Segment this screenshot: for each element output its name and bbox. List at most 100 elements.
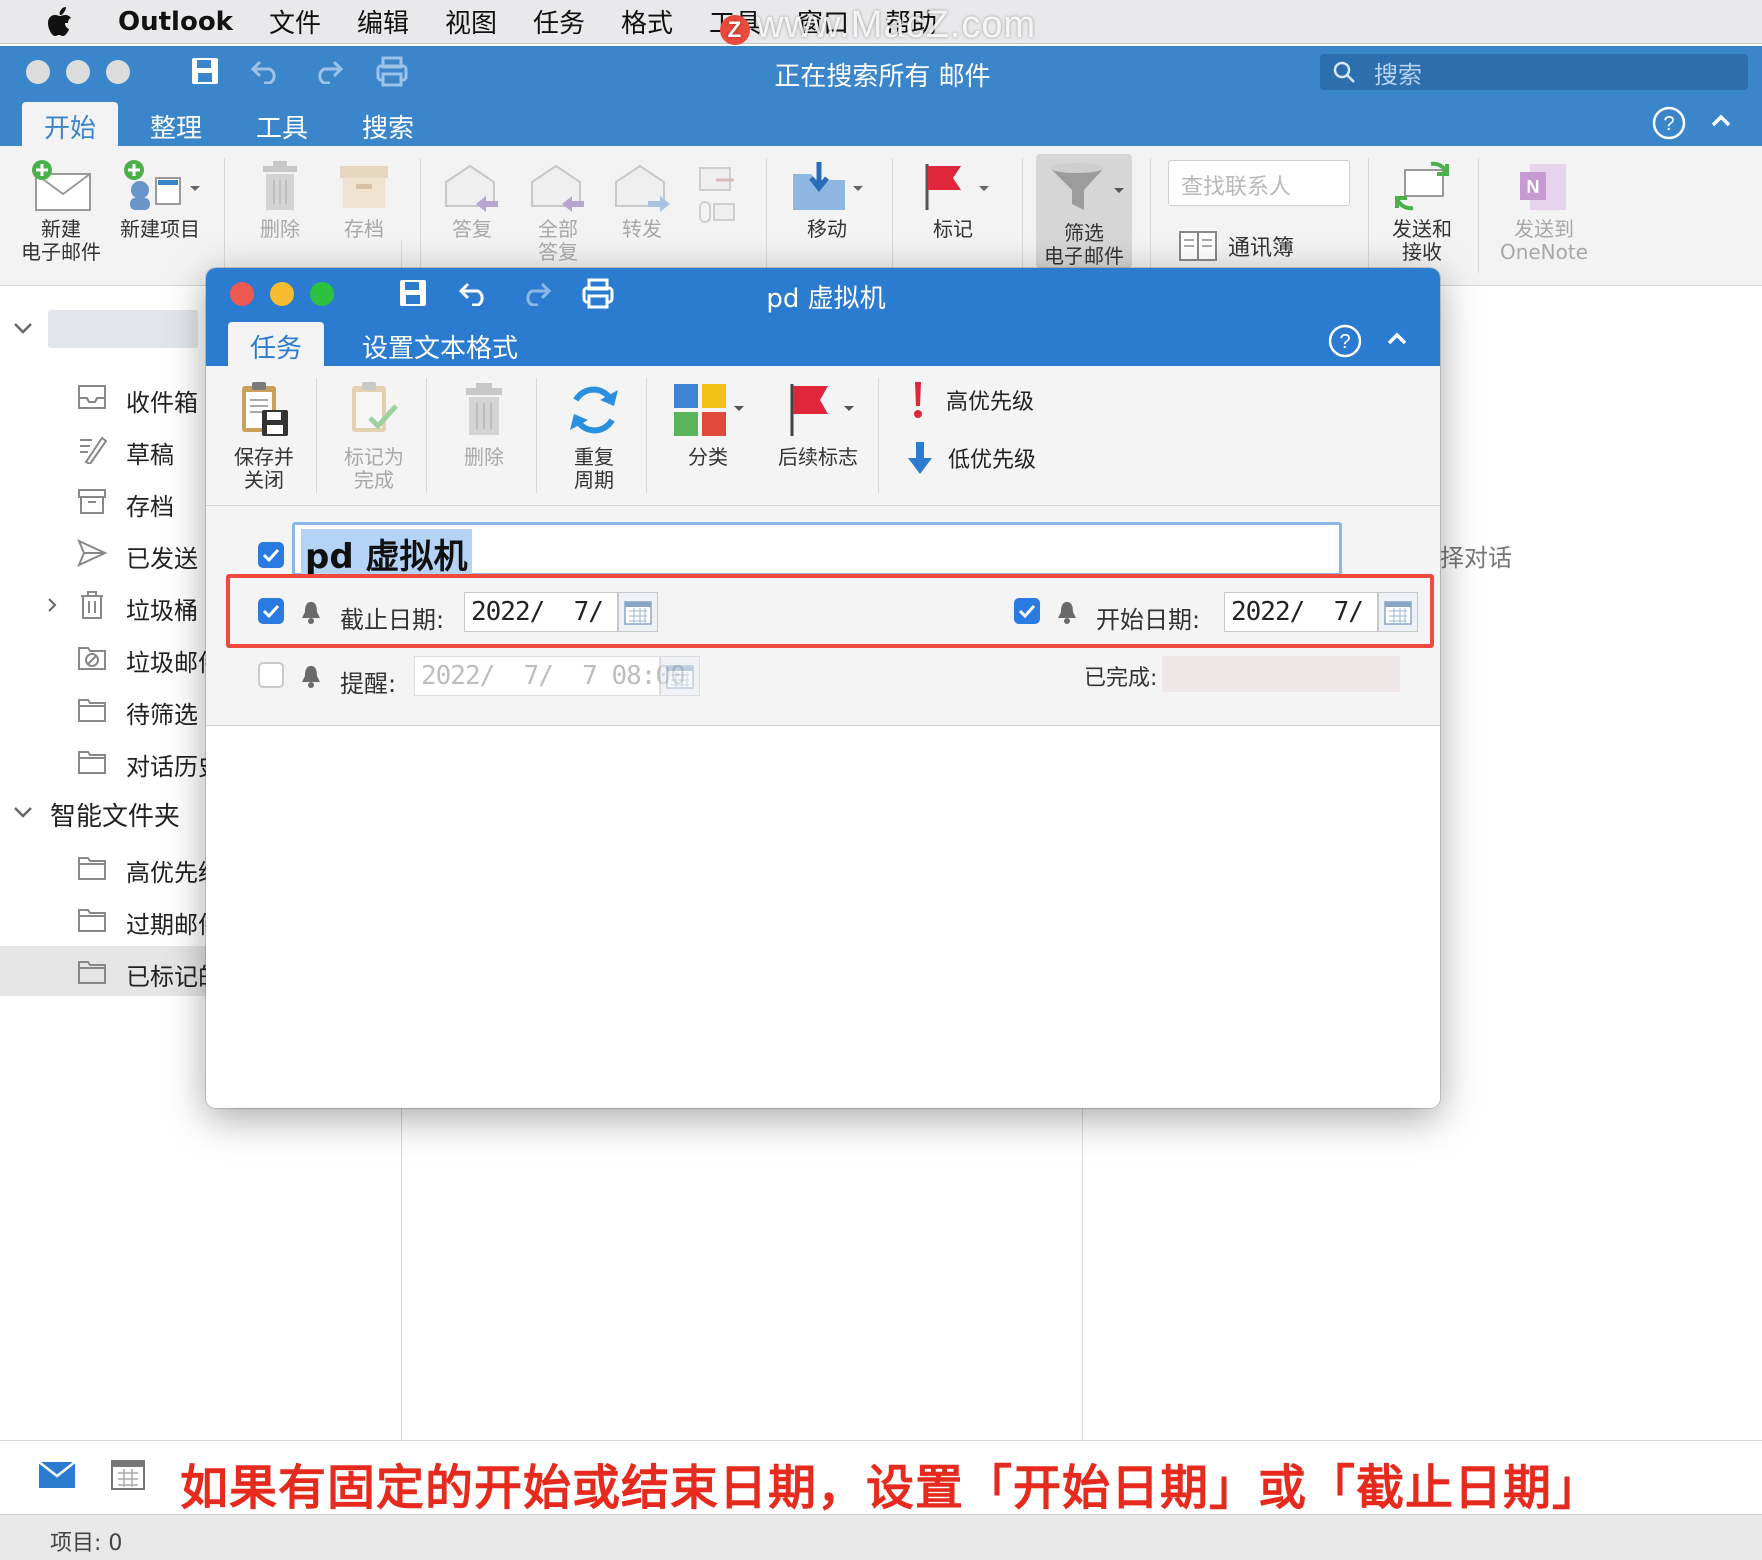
address-book-button[interactable]: 通讯簿 — [1178, 230, 1294, 262]
new-item-icon — [124, 160, 200, 210]
chevron-right-icon[interactable] — [46, 596, 58, 614]
redo-icon[interactable] — [312, 58, 344, 84]
task-help-icon[interactable]: ? — [1328, 324, 1362, 358]
menu-task[interactable]: 任务 — [515, 3, 603, 40]
task-redo-icon[interactable] — [520, 280, 552, 306]
reply-all-button[interactable]: 全部 答复 — [516, 160, 600, 264]
forward-label: 转发 — [622, 217, 662, 241]
menu-view[interactable]: 视图 — [427, 3, 515, 40]
start-date-calendar-button[interactable] — [1378, 592, 1418, 632]
tab-task[interactable]: 任务 — [228, 322, 325, 366]
save-icon[interactable] — [190, 56, 220, 86]
due-date-checkbox[interactable] — [258, 598, 284, 624]
recurrence-button[interactable]: 重复 周期 — [544, 380, 644, 492]
chevron-down-icon[interactable] — [12, 804, 34, 820]
task-titlebar: pd 虚拟机 — [206, 268, 1440, 318]
print-icon[interactable] — [374, 54, 410, 88]
help-icon[interactable]: ? — [1652, 106, 1686, 140]
reminder-bell-icon[interactable] — [300, 664, 322, 688]
forward-button[interactable]: 转发 — [600, 160, 684, 241]
reminder-input[interactable]: 2022/ 7/ 7 08:00 — [414, 656, 686, 696]
due-date-calendar-button[interactable] — [618, 592, 658, 632]
status-bar: 项目: 0 — [0, 1514, 1762, 1560]
new-item-button[interactable]: 新建项目 — [114, 160, 206, 241]
high-priority-button[interactable]: 高优先级 — [906, 380, 1034, 420]
send-receive-button[interactable]: 发送和 接收 — [1376, 160, 1468, 264]
undo-icon[interactable] — [250, 58, 282, 84]
task-close-button[interactable] — [230, 282, 254, 306]
task-minimize-button[interactable] — [270, 282, 294, 306]
low-priority-button[interactable]: 低优先级 — [906, 440, 1036, 476]
due-bell-icon[interactable] — [300, 600, 322, 624]
subject-input[interactable]: pd 虚拟机 — [292, 522, 1342, 578]
tab-home[interactable]: 开始 — [22, 102, 119, 146]
delete-button[interactable]: 删除 — [236, 160, 324, 241]
filter-email-button[interactable]: 筛选 电子邮件 — [1036, 154, 1132, 268]
minimize-button[interactable] — [66, 60, 90, 84]
flag-icon — [925, 164, 989, 210]
start-date-checkbox[interactable] — [1014, 598, 1040, 624]
folder-icon — [78, 961, 106, 984]
close-button[interactable] — [26, 60, 50, 84]
collapse-ribbon-icon[interactable] — [1710, 112, 1732, 128]
find-contact-input[interactable]: 查找联系人 — [1168, 160, 1350, 206]
flag-button[interactable]: 标记 — [906, 160, 1000, 241]
tab-format-text[interactable]: 设置文本格式 — [340, 322, 540, 366]
task-collapse-ribbon-icon[interactable] — [1386, 330, 1408, 346]
folder-label: 垃圾桶 — [126, 597, 198, 625]
folder-label: 已发送 — [126, 545, 198, 573]
move-button[interactable]: 移动 — [780, 160, 874, 241]
task-print-icon[interactable] — [580, 276, 616, 310]
tab-tools[interactable]: 工具 — [234, 102, 330, 146]
send-onenote-label: 发送到 OneNote — [1499, 217, 1589, 264]
menu-edit[interactable]: 编辑 — [339, 3, 427, 40]
mail-icon[interactable] — [38, 1461, 76, 1489]
task-undo-icon[interactable] — [458, 280, 490, 306]
window-title: 正在搜索所有 邮件 — [774, 62, 991, 92]
tab-organize[interactable]: 整理 — [128, 102, 224, 146]
send-receive-icon — [1395, 161, 1449, 211]
task-zoom-button[interactable] — [310, 282, 334, 306]
follow-up-button[interactable]: 后续标志 — [766, 380, 870, 469]
start-date-input[interactable]: 2022/ 7/ 7 — [1224, 592, 1408, 632]
start-bell-icon[interactable] — [1056, 600, 1078, 624]
menu-format[interactable]: 格式 — [603, 3, 691, 40]
archive-button[interactable]: 存档 — [320, 160, 408, 241]
address-book-label: 通讯簿 — [1228, 236, 1295, 261]
task-delete-button[interactable]: 删除 — [434, 380, 534, 469]
new-item-label: 新建项目 — [120, 217, 200, 241]
due-date-input[interactable]: 2022/ 7/ 7 — [464, 592, 648, 632]
task-title-checkbox[interactable] — [258, 542, 284, 568]
zoom-button[interactable] — [106, 60, 130, 84]
menu-file[interactable]: 文件 — [251, 3, 339, 40]
task-ribbon-tabs: 任务 设置文本格式 ? — [206, 318, 1440, 366]
chevron-down-icon[interactable] — [12, 320, 34, 336]
check-icon — [1018, 604, 1036, 618]
categorize-button[interactable]: 分类 — [654, 380, 762, 469]
search-box[interactable]: 搜索 — [1320, 54, 1748, 90]
meeting-reply-icon[interactable] — [696, 164, 740, 228]
folder-label: 草稿 — [126, 441, 174, 469]
menu-app-outlook[interactable]: Outlook — [100, 7, 251, 37]
reminder-checkbox[interactable] — [258, 662, 284, 688]
save-and-close-button[interactable]: 保存并 关闭 — [214, 380, 314, 492]
high-priority-label: 高优先级 — [946, 390, 1035, 415]
calendar-icon[interactable] — [110, 1457, 146, 1491]
send-onenote-button[interactable]: N 发送到 OneNote — [1490, 160, 1598, 264]
new-email-button[interactable]: 新建 电子邮件 — [16, 160, 106, 264]
onenote-icon: N — [1520, 164, 1566, 210]
mark-complete-button[interactable]: 标记为 完成 — [324, 380, 424, 492]
tab-search[interactable]: 搜索 — [340, 102, 436, 146]
reminder-calendar-button[interactable] — [660, 656, 700, 696]
task-notes-body[interactable] — [206, 726, 1440, 1108]
sent-icon — [77, 539, 108, 567]
folder-label: 存档 — [126, 493, 174, 521]
reply-button[interactable]: 答复 — [430, 160, 514, 241]
apple-icon[interactable] — [40, 5, 80, 39]
task-save-icon[interactable] — [398, 278, 428, 308]
flag-label: 标记 — [933, 217, 973, 241]
archive-label: 存档 — [344, 217, 384, 241]
follow-up-flag-icon — [790, 384, 854, 436]
new-email-icon — [32, 160, 91, 211]
ribbon-tabs: 开始 整理 工具 搜索 ? — [0, 96, 1762, 146]
